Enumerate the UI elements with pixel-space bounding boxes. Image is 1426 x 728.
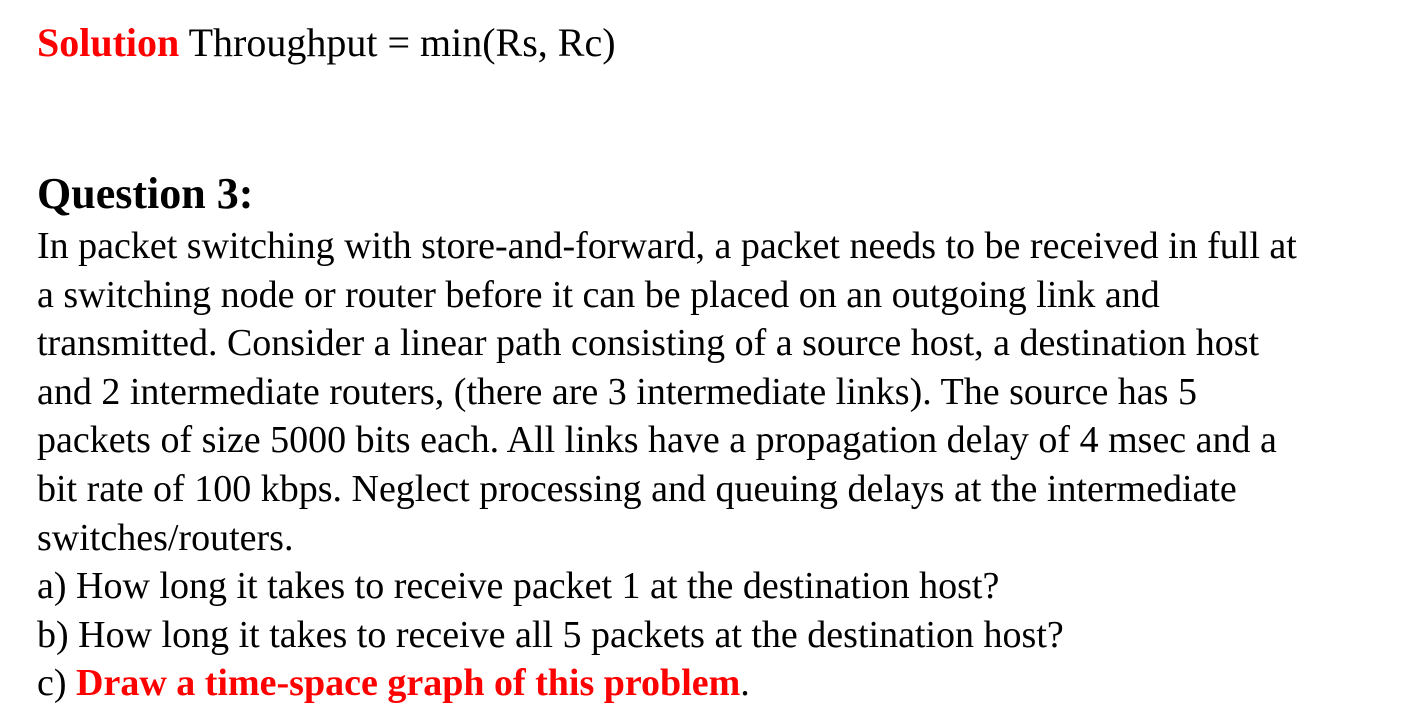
- solution-formula: Throughput = min(Rs, Rc): [188, 20, 616, 65]
- body-line: and 2 intermediate routers, (there are 3…: [37, 370, 1197, 413]
- question-body: In packet switching with store-and-forwa…: [37, 222, 1426, 708]
- part-c-emphasis: Draw a time-space graph of this problem: [76, 662, 741, 705]
- part-c-suffix: .: [740, 662, 750, 705]
- body-line: In packet switching with store-and-forwa…: [37, 225, 1297, 267]
- body-line: bit rate of 100 kbps. Neglect processing…: [37, 467, 1237, 510]
- question-part-c: c) Draw a time-space graph of this probl…: [37, 659, 1426, 708]
- question-heading: Question 3:: [37, 169, 254, 218]
- question-part-a: a) How long it takes to receive packet 1…: [37, 565, 1000, 608]
- part-c-prefix: c): [37, 662, 77, 705]
- body-line: a switching node or router before it can…: [37, 273, 1160, 316]
- solution-label: Solution: [37, 20, 180, 65]
- solution-line: Solution Throughput = min(Rs, Rc): [37, 18, 616, 68]
- body-line: switches/routers.: [37, 516, 294, 559]
- body-line: packets of size 5000 bits each. All link…: [37, 419, 1277, 462]
- question-part-b: b) How long it takes to receive all 5 pa…: [37, 613, 1064, 656]
- body-line: transmitted. Consider a linear path cons…: [37, 322, 1260, 365]
